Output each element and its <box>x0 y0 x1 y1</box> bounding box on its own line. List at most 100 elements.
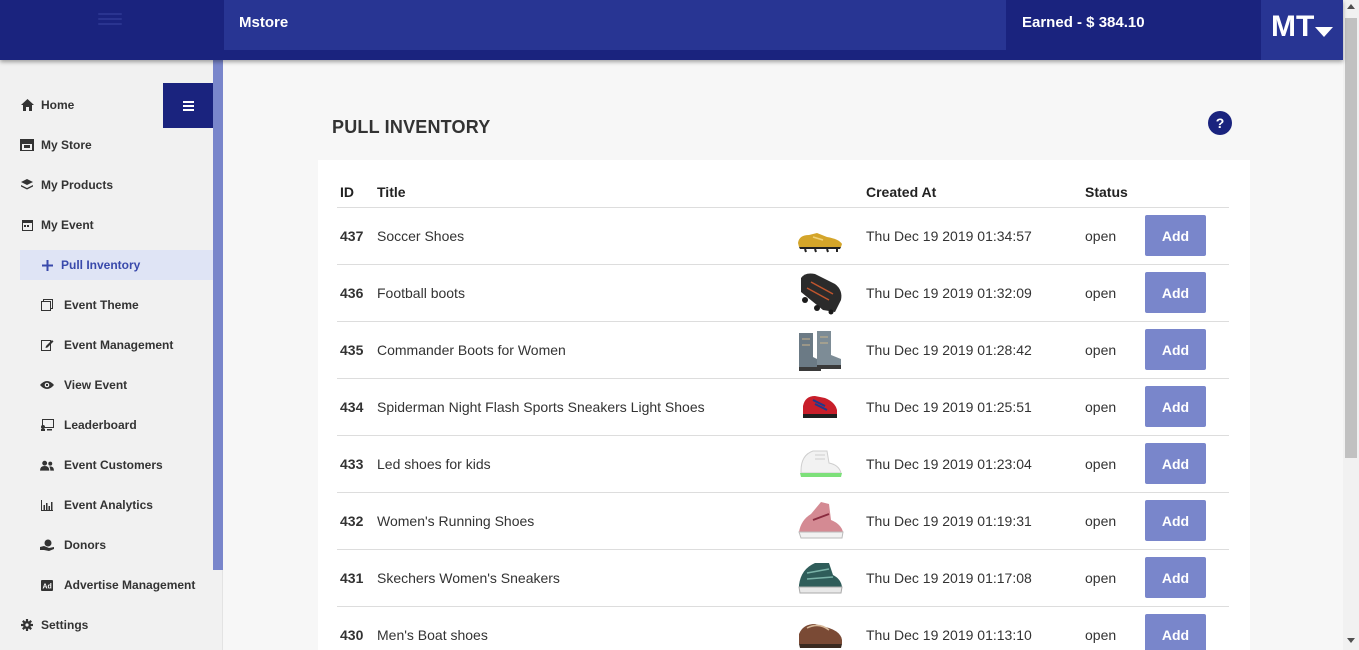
row-title: Commander Boots for Women <box>374 321 792 379</box>
row-status: open <box>1082 321 1142 379</box>
scroll-down-icon[interactable] <box>1347 638 1355 643</box>
product-thumbnail <box>792 207 863 265</box>
add-button[interactable]: Add <box>1145 329 1206 370</box>
row-created-at: Thu Dec 19 2019 01:28:42 <box>863 321 1082 379</box>
row-created-at: Thu Dec 19 2019 01:25:51 <box>863 378 1082 436</box>
row-status: open <box>1082 549 1142 607</box>
row-id: 436 <box>337 264 374 322</box>
sidebar-item-label: Advertise Management <box>64 578 196 592</box>
page-title: PULL INVENTORY <box>332 117 491 137</box>
add-button[interactable]: Add <box>1145 557 1206 598</box>
gear-icon <box>20 618 34 632</box>
sidebar-scroll-indicator <box>213 60 223 570</box>
table-row: 433 Led shoes for kids Thu Dec 19 2019 0… <box>337 435 1229 493</box>
sidebar-item-label: Leaderboard <box>64 418 137 432</box>
inventory-card: ID Title Created At Status 437 Soccer Sh… <box>318 160 1250 650</box>
row-created-at: Thu Dec 19 2019 01:34:57 <box>863 207 1082 265</box>
sidebar-item-leaderboard[interactable]: Leaderboard <box>40 410 137 440</box>
column-header-status: Status <box>1082 178 1142 208</box>
sidebar-item-label: Home <box>41 98 75 112</box>
row-id: 437 <box>337 207 374 265</box>
donate-icon <box>40 538 54 552</box>
sidebar-item-settings[interactable]: Settings <box>20 610 88 640</box>
sidebar-item-event-customers[interactable]: Event Customers <box>40 450 163 480</box>
add-button[interactable]: Add <box>1145 500 1206 541</box>
row-title: Led shoes for kids <box>374 435 792 493</box>
row-id: 434 <box>337 378 374 436</box>
row-status: open <box>1082 606 1142 650</box>
sidebar-toggle-button[interactable] <box>163 83 213 128</box>
sidebar-item-home[interactable]: Home <box>20 90 74 120</box>
sidebar-item-my-store[interactable]: My Store <box>20 130 92 160</box>
row-created-at: Thu Dec 19 2019 01:13:10 <box>863 606 1082 650</box>
product-thumbnail <box>792 321 863 379</box>
sidebar-item-my-products[interactable]: My Products <box>20 170 113 200</box>
row-status: open <box>1082 207 1142 265</box>
svg-text:Ad: Ad <box>43 583 52 590</box>
grey-women-boots-image <box>799 331 841 371</box>
scrollbar-thumb[interactable] <box>1345 18 1357 458</box>
table-row: 435 Commander Boots for Women Thu Dec 19… <box>337 321 1229 379</box>
row-id: 433 <box>337 435 374 493</box>
layers-icon <box>20 178 34 192</box>
column-header-id: ID <box>337 178 374 208</box>
column-header-created: Created At <box>863 178 1082 208</box>
row-created-at: Thu Dec 19 2019 01:23:04 <box>863 435 1082 493</box>
row-status: open <box>1082 264 1142 322</box>
top-navbar: Mstore Earned - $ 384.10 MT <box>0 0 1343 60</box>
store-name-box: Mstore <box>224 0 1006 50</box>
logo-icon <box>98 13 122 27</box>
table-row: 430 Men's Boat shoes Thu Dec 19 2019 01:… <box>337 606 1229 650</box>
sidebar-item-label: Event Analytics <box>64 498 153 512</box>
sidebar-item-event-analytics[interactable]: Event Analytics <box>40 490 153 520</box>
caret-down-icon <box>1315 27 1333 37</box>
table-row: 434 Spiderman Night Flash Sports Sneaker… <box>337 378 1229 436</box>
help-button[interactable]: ? <box>1208 111 1232 135</box>
add-button[interactable]: Add <box>1145 614 1206 650</box>
page-scrollbar[interactable] <box>1343 0 1359 650</box>
main-content: PULL INVENTORY ? ID Title Created At Sta… <box>224 60 1343 650</box>
table-row: 436 Football boots Thu Dec 19 2019 01:32… <box>337 264 1229 322</box>
home-icon <box>20 98 34 112</box>
user-menu[interactable]: MT <box>1261 0 1343 60</box>
sidebar-item-label: My Store <box>41 138 92 152</box>
row-title: Football boots <box>374 264 792 322</box>
sidebar: Home My Store My Products My Event Pull … <box>0 60 223 650</box>
row-status: open <box>1082 435 1142 493</box>
white-led-shoe-image <box>800 450 842 477</box>
sidebar-item-label: My Products <box>41 178 114 192</box>
add-button[interactable]: Add <box>1145 443 1206 484</box>
table-header-row: ID Title Created At Status <box>337 178 1229 208</box>
row-title: Spiderman Night Flash Sports Sneakers Li… <box>374 378 792 436</box>
sidebar-item-label: Event Customers <box>64 458 163 472</box>
sidebar-item-event-theme[interactable]: Event Theme <box>40 290 139 320</box>
store-icon <box>20 138 34 152</box>
calendar-icon <box>20 218 34 232</box>
sidebar-item-view-event[interactable]: View Event <box>40 370 127 400</box>
gold-soccer-cleat-image <box>798 233 842 253</box>
row-title: Men's Boat shoes <box>374 606 792 650</box>
scroll-up-icon[interactable] <box>1347 4 1355 9</box>
teal-sneaker-image <box>798 563 843 594</box>
add-button[interactable]: Add <box>1145 272 1206 313</box>
sidebar-item-label: Pull Inventory <box>61 258 141 272</box>
sidebar-item-advertise-management[interactable]: Ad Advertise Management <box>40 570 195 600</box>
add-button[interactable]: Add <box>1145 386 1206 427</box>
sidebar-item-my-event[interactable]: My Event <box>20 210 94 240</box>
sidebar-item-event-management[interactable]: Event Management <box>40 330 173 360</box>
sidebar-item-donors[interactable]: Donors <box>40 530 106 560</box>
table-row: 437 Soccer Shoes Thu Dec 19 2019 01:34:5… <box>337 207 1229 265</box>
avatar: MT <box>1271 10 1315 43</box>
table-row: 431 Skechers Women's Sneakers Thu Dec 19… <box>337 549 1229 607</box>
sidebar-item-label: My Event <box>41 218 94 232</box>
product-thumbnail <box>792 378 863 436</box>
product-thumbnail <box>792 435 863 493</box>
row-created-at: Thu Dec 19 2019 01:32:09 <box>863 264 1082 322</box>
add-button[interactable]: Add <box>1145 215 1206 256</box>
logo-area[interactable] <box>0 0 224 60</box>
row-status: open <box>1082 492 1142 550</box>
row-title: Women's Running Shoes <box>374 492 792 550</box>
eye-icon <box>40 378 54 392</box>
brown-boat-shoe-image <box>799 624 842 648</box>
sidebar-item-pull-inventory[interactable]: Pull Inventory <box>20 250 213 280</box>
